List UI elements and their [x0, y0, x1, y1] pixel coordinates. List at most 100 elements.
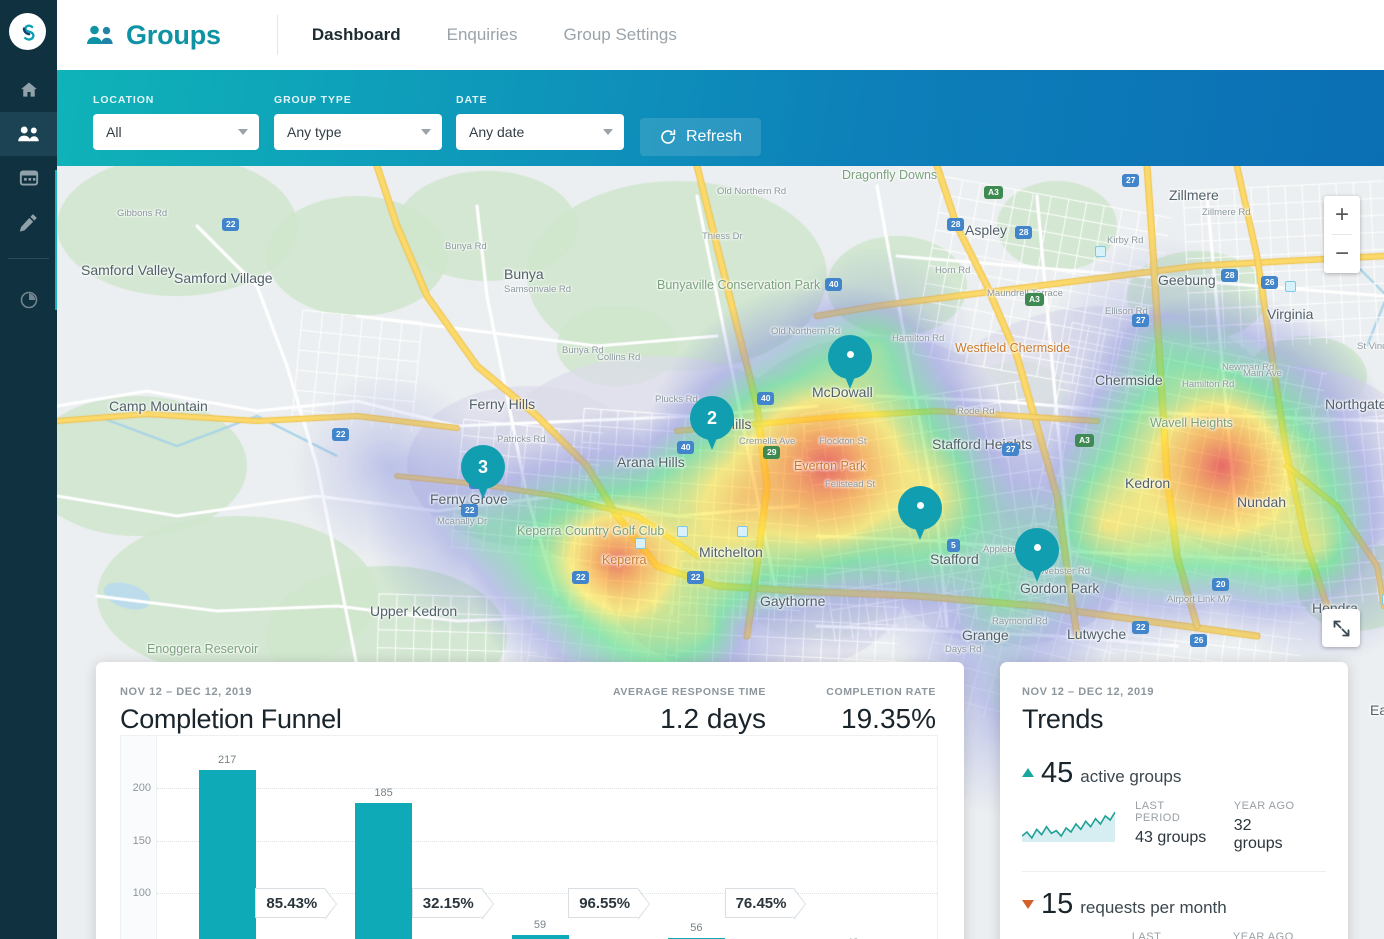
- chart-conversion-chip: 32.15%: [411, 888, 494, 920]
- pin-head: [1015, 528, 1059, 572]
- pin-dot: [846, 350, 854, 358]
- chart-gridline: [157, 788, 937, 790]
- refresh-button[interactable]: Refresh: [640, 118, 762, 156]
- top-navigation: Groups Dashboard Enquiries Group Setting…: [57, 0, 1384, 70]
- groups-brand-icon: [87, 25, 113, 44]
- rail-divider: [8, 258, 49, 259]
- funnel-card-header: NOV 12 – DEC 12, 2019 Completion Funnel …: [96, 662, 964, 735]
- brand: Groups: [85, 20, 221, 51]
- left-rail: [0, 0, 57, 939]
- trend-year-ago: YEAR AGO 32 groups: [1234, 800, 1300, 853]
- trend-year-ago: YEAR AGO 5 requests: [1233, 931, 1300, 939]
- pin-head: 3: [461, 445, 505, 489]
- filter-location-label: LOCATION: [93, 94, 155, 106]
- funnel-title: Completion Funnel: [120, 704, 342, 734]
- expand-arrows-icon: [1333, 620, 1349, 636]
- map-cluster-pin[interactable]: 3: [461, 445, 505, 501]
- sidebar-item-analytics[interactable]: [0, 278, 57, 322]
- chart-conversion-chip: 76.45%: [724, 888, 807, 920]
- cmp-value: 43 groups: [1135, 829, 1207, 846]
- pin-dot: [916, 501, 924, 509]
- chart-conversion-value: 85.43%: [266, 894, 318, 912]
- groups-icon: [17, 126, 39, 142]
- sidebar-item-groups[interactable]: [0, 112, 57, 156]
- nav-divider: [276, 15, 278, 55]
- home-icon: [20, 82, 37, 97]
- cmp-label: LAST PERIOD: [1135, 800, 1181, 824]
- map-fullscreen-button[interactable]: [1322, 609, 1360, 647]
- date-select[interactable]: Any date: [456, 114, 624, 150]
- trend-up-icon: [1022, 768, 1034, 777]
- location-select[interactable]: All: [93, 114, 259, 150]
- refresh-icon: [661, 129, 676, 144]
- trends-date-range: NOV 12 – DEC 12, 2019: [1022, 686, 1155, 698]
- funnel-bar-chart: 5010015020021718559564285.43%32.15%96.55…: [120, 735, 938, 939]
- stat-label: AVERAGE RESPONSE TIME: [612, 686, 766, 698]
- trend-last-period: LAST PERIOD 17 requests: [1132, 931, 1207, 939]
- tab-group-settings[interactable]: Group Settings: [563, 25, 676, 45]
- sidebar-item-edit[interactable]: [0, 200, 57, 244]
- chart-y-tick: 100: [132, 887, 151, 900]
- date-select-value: Any date: [469, 124, 525, 140]
- chart-bar: [355, 803, 413, 939]
- pin-head: 2: [690, 396, 734, 440]
- chart-bar: [511, 935, 569, 939]
- sidebar-item-calendar[interactable]: [0, 156, 57, 200]
- chevron-down-icon: [238, 129, 248, 135]
- tab-dashboard[interactable]: Dashboard: [312, 25, 401, 45]
- pin-count: 2: [706, 407, 717, 428]
- pin-head: [898, 486, 942, 530]
- trends-card: NOV 12 – DEC 12, 2019 Trends 45 active g…: [1000, 662, 1348, 939]
- stat-label: COMPLETION RATE: [826, 686, 936, 698]
- chip-arrow-tip: [794, 888, 807, 920]
- chart-bar-value: 56: [690, 922, 703, 935]
- chart-conversion-value: 32.15%: [422, 894, 474, 912]
- sparkline-area: [1022, 812, 1116, 842]
- group-type-select[interactable]: Any type: [274, 114, 442, 150]
- trends-title: Trends: [1022, 704, 1104, 734]
- trend-item-active-groups: 45 active groups LAST PERIOD 43 groups Y…: [1000, 757, 1348, 853]
- sidebar-item-home[interactable]: [0, 68, 57, 112]
- trend-value: 45: [1041, 757, 1074, 789]
- trends-card-header: NOV 12 – DEC 12, 2019 Trends: [1000, 662, 1348, 735]
- filter-group-type: GROUP TYPE Any type: [274, 94, 442, 150]
- app-logo[interactable]: [9, 13, 46, 50]
- pin-count: 3: [477, 456, 488, 477]
- trend-value: 15: [1041, 888, 1074, 920]
- rail-active-accent: [55, 170, 57, 310]
- dashboard-root: Groups Dashboard Enquiries Group Setting…: [0, 0, 1384, 939]
- map-zoom-controls: + −: [1324, 196, 1360, 273]
- nav-links: Dashboard Enquiries Group Settings: [312, 25, 677, 45]
- chart-y-tick: 200: [132, 782, 151, 795]
- logo-s-icon: [22, 24, 35, 41]
- map-location-pin[interactable]: [1015, 528, 1059, 584]
- trend-down-icon: [1022, 900, 1034, 909]
- tab-enquiries[interactable]: Enquiries: [447, 25, 518, 45]
- chart-bar-value: 59: [533, 919, 547, 932]
- chart-bar-value: 185: [374, 787, 393, 800]
- chart-conversion-chip: 85.43%: [255, 888, 338, 920]
- map-location-pin[interactable]: [828, 335, 872, 391]
- analytics-pie-icon: [20, 291, 37, 309]
- filter-date: DATE Any date: [456, 94, 624, 150]
- zoom-out-button[interactable]: −: [1324, 235, 1360, 273]
- chart-gridline: [157, 840, 937, 842]
- trend-last-period: LAST PERIOD 43 groups: [1135, 800, 1208, 847]
- calendar-icon: [19, 170, 38, 186]
- chevron-down-icon: [421, 129, 431, 135]
- location-select-value: All: [106, 124, 122, 140]
- trend-item-requests: 15 requests per month LAST PERIOD 17 req…: [1000, 888, 1348, 939]
- trend-headline: 15 requests per month: [1022, 888, 1326, 921]
- filter-date-label: DATE: [456, 94, 488, 106]
- chart-conversion-chip: 96.55%: [568, 888, 651, 920]
- map-location-pin[interactable]: [898, 486, 942, 542]
- zoom-in-button[interactable]: +: [1324, 196, 1360, 234]
- map-cluster-pin[interactable]: 2: [690, 396, 734, 452]
- trend-label: active groups: [1080, 767, 1182, 786]
- sparkline-chart: [1022, 804, 1116, 842]
- chart-y-tick: 150: [132, 834, 151, 847]
- stat-completion-rate: COMPLETION RATE 19.35%: [766, 686, 936, 735]
- stat-value: 1.2 days: [660, 703, 766, 734]
- cmp-label: YEAR AGO: [1232, 931, 1294, 939]
- chart-bar: [198, 769, 256, 939]
